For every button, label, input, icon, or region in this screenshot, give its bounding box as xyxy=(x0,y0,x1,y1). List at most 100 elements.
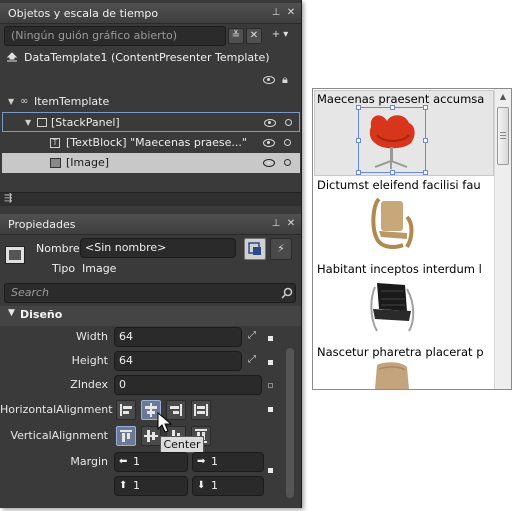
zindex-input[interactable]: 0 xyxy=(114,375,262,395)
properties-view-icon xyxy=(248,242,261,255)
tan-chair-image xyxy=(375,362,409,389)
halign-stretch-button[interactable] xyxy=(191,400,211,420)
width-label: Width xyxy=(76,330,108,343)
halign-left-button[interactable] xyxy=(116,400,136,420)
close-storyboard-icon[interactable]: ✕ xyxy=(246,28,262,44)
margin-label: Margin xyxy=(70,455,108,468)
objects-panel-header: Objetos y escala de tiempo ⊥ ✕ xyxy=(0,3,301,24)
image-icon xyxy=(50,158,61,168)
wood-lounge-chair-image xyxy=(371,197,414,249)
center-tooltip: Center xyxy=(160,436,204,453)
valign-top-button[interactable] xyxy=(116,426,136,446)
auto-size-icon[interactable]: ⤢ xyxy=(248,330,256,341)
margin-bottom-value: 1 xyxy=(211,479,218,492)
close-icon[interactable]: ✕ xyxy=(285,7,297,19)
black-barcelona-chair-image xyxy=(370,283,415,332)
tree-item-label: ItemTemplate xyxy=(34,95,110,108)
timeline-toggle-icon[interactable]: ⇶ xyxy=(4,193,12,204)
tree-item-itemtemplate[interactable]: ▼ ∞ ItemTemplate xyxy=(0,92,301,112)
lock-icon[interactable]: 🔒︎ xyxy=(282,73,288,87)
textblock-icon: T xyxy=(50,138,60,148)
arrow-down-icon: ⬇︎ xyxy=(197,480,206,491)
panel-splitter[interactable]: ⇶ xyxy=(0,192,301,206)
expand-arrow-icon[interactable]: ▼ xyxy=(8,92,14,112)
width-input[interactable]: 64 xyxy=(114,327,242,347)
arrow-left-icon: ⬅︎ xyxy=(119,456,128,467)
events-view-button[interactable]: ⚡︎ xyxy=(270,238,292,260)
lock-toggle-icon[interactable] xyxy=(285,119,292,126)
property-marker[interactable] xyxy=(268,360,273,365)
new-storyboard-icon[interactable]: + ▾ xyxy=(266,28,294,44)
halign-label: HorizontalAlignment xyxy=(0,403,113,416)
arrow-right-icon: ➡︎ xyxy=(197,456,206,467)
pin-icon[interactable]: ⊥ xyxy=(270,7,282,19)
scroll-thumb[interactable] xyxy=(497,107,509,165)
margin-left-value: 1 xyxy=(133,455,140,468)
listbox-scrollbar[interactable]: ▲ xyxy=(494,89,511,389)
arrow-up-icon: ⬆︎ xyxy=(119,480,128,491)
search-icon xyxy=(281,287,293,299)
layout-section-header[interactable]: ▼ Diseño xyxy=(0,306,301,326)
property-marker[interactable] xyxy=(268,336,273,341)
visibility-eye-icon[interactable] xyxy=(263,139,275,147)
valign-label: VerticalAlignment xyxy=(10,429,108,442)
tree-item-label: [TextBlock] "Maecenas praese..." xyxy=(66,136,247,149)
tree-item-label: [Image] xyxy=(66,156,110,169)
property-search-input[interactable]: Search xyxy=(4,283,296,303)
mouse-cursor-icon xyxy=(157,412,173,433)
list-item-text: Habitant inceptos interdum l xyxy=(317,262,482,276)
expand-arrow-icon[interactable]: ▼ xyxy=(25,113,31,133)
tree-item-textblock[interactable]: T [TextBlock] "Maecenas praese..." xyxy=(0,133,301,153)
element-thumbnail-icon xyxy=(5,246,25,264)
listbox-preview[interactable]: Maecenas praesent accumsa Dictumst eleif… xyxy=(312,88,512,390)
storyboard-options-icon[interactable]: ≚ xyxy=(228,28,244,44)
zindex-label: ZIndex xyxy=(70,378,108,391)
collapse-arrow-icon[interactable]: ▼ xyxy=(8,308,15,318)
type-value: Image xyxy=(82,262,117,275)
type-label: Tipo xyxy=(52,262,76,275)
properties-scrollbar[interactable] xyxy=(286,348,294,498)
visibility-eye-icon[interactable] xyxy=(263,76,275,84)
height-label: Height xyxy=(71,354,108,367)
properties-view-button[interactable] xyxy=(244,238,266,260)
objects-panel-title: Objetos y escala de tiempo xyxy=(8,7,159,20)
margin-top-value: 1 xyxy=(133,479,140,492)
name-input[interactable]: <Sin nombre> xyxy=(80,238,236,258)
tree-item-stackpanel[interactable]: ▼ [StackPanel] xyxy=(2,112,300,132)
margin-bottom-input[interactable]: ⬇︎ 1 xyxy=(192,476,264,496)
pin-icon[interactable]: ⊥ xyxy=(270,218,282,230)
margin-top-input[interactable]: ⬆︎ 1 xyxy=(114,476,188,496)
lock-toggle-icon[interactable] xyxy=(284,159,291,166)
auto-size-icon[interactable]: ⤢ xyxy=(248,354,256,365)
visibility-eye-icon[interactable] xyxy=(263,159,275,167)
list-item-text: Nascetur pharetra placerat p xyxy=(317,345,484,359)
scope-up-icon[interactable] xyxy=(6,52,18,62)
properties-panel-title: Propiedades xyxy=(8,218,76,231)
height-input[interactable]: 64 xyxy=(114,351,242,371)
list-item-text: Maecenas praesent accumsa xyxy=(317,92,485,106)
section-title: Diseño xyxy=(20,308,63,321)
properties-panel-header: Propiedades ⊥ ✕ xyxy=(0,214,301,235)
property-marker[interactable] xyxy=(268,407,273,412)
search-placeholder: Search xyxy=(11,286,50,299)
red-swan-chair-image xyxy=(369,115,415,169)
tree-item-image[interactable]: [Image] xyxy=(2,153,300,173)
list-item-text: Dictumst eleifend facilisi fau xyxy=(317,178,481,192)
property-marker[interactable] xyxy=(268,383,273,388)
template-icon: ∞ xyxy=(20,96,29,107)
margin-right-input[interactable]: ➡︎ 1 xyxy=(192,452,264,472)
visibility-eye-icon[interactable] xyxy=(264,119,276,127)
name-label: Nombre xyxy=(36,242,80,255)
storyboard-placeholder: (Ningún guión gráfico abierto) xyxy=(11,29,178,42)
tree-item-label: [StackPanel] xyxy=(51,116,120,129)
stackpanel-icon xyxy=(37,118,47,127)
storyboard-field[interactable]: (Ningún guión gráfico abierto) xyxy=(4,26,226,46)
close-icon[interactable]: ✕ xyxy=(285,218,297,230)
designer-panel: Objetos y escala de tiempo ⊥ ✕ (Ningún g… xyxy=(0,0,302,508)
margin-right-value: 1 xyxy=(211,455,218,468)
margin-left-input[interactable]: ⬅︎ 1 xyxy=(114,452,188,472)
property-marker[interactable] xyxy=(268,468,273,473)
template-breadcrumb[interactable]: DataTemplate1 (ContentPresenter Template… xyxy=(24,51,270,64)
lock-toggle-icon[interactable] xyxy=(284,139,291,146)
scroll-up-icon[interactable]: ▲ xyxy=(497,91,509,103)
